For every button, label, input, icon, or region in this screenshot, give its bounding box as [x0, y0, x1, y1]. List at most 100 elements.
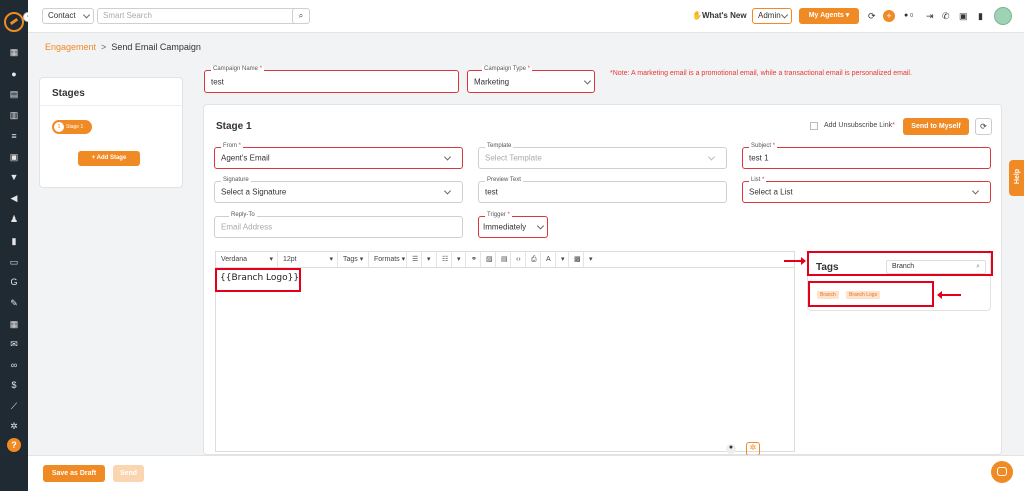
list-select[interactable]: List * Select a List: [742, 177, 991, 203]
campaign-type-select[interactable]: Campaign Type * Marketing: [467, 66, 595, 93]
battery-icon[interactable]: ▮: [978, 11, 983, 21]
trend-icon[interactable]: ⟋: [9, 401, 19, 411]
avatar[interactable]: [994, 7, 1012, 25]
module-select[interactable]: Contact: [42, 8, 94, 24]
code-icon[interactable]: ‹›: [511, 252, 526, 267]
link-icon[interactable]: ⚭: [466, 252, 481, 267]
chevron-down-icon: [583, 76, 592, 85]
annotation-highlight-tag-chips: [808, 281, 934, 307]
formats-menu[interactable]: Formats ▾: [369, 252, 407, 267]
handshake-icon[interactable]: ∞: [9, 360, 19, 370]
send-button[interactable]: Send: [113, 465, 144, 482]
font-size-value: 12pt: [283, 256, 297, 263]
font-family-select[interactable]: Verdana ▾: [216, 252, 278, 267]
dollar-icon[interactable]: $: [9, 380, 19, 390]
reply-to-field[interactable]: Reply-To Email Address: [214, 212, 463, 238]
chevron-down-icon: ▾: [269, 256, 273, 263]
image-icon[interactable]: ▨: [481, 252, 496, 267]
filter-icon[interactable]: ▼: [9, 172, 19, 182]
stage-number: 1: [54, 122, 64, 132]
left-sidebar: ▦ ● ▤ ▥ ≡ ▣ ▼ ◀ ♟ ▮ ▭ G ✎ ▦ ✉ ∞ $ ⟋ ✲ ?: [0, 0, 28, 491]
chevron-down-icon: [536, 222, 545, 230]
dashboard-icon[interactable]: ▦: [9, 47, 19, 57]
chevron-down-icon: ▾: [329, 256, 333, 263]
microphone-icon[interactable]: ●: [726, 444, 736, 454]
dropdown-icon[interactable]: ▾: [584, 252, 598, 267]
signature-select[interactable]: Signature Select a Signature: [214, 177, 463, 203]
campaign-type-value: Marketing: [474, 77, 510, 86]
font-size-select[interactable]: 12pt ▾: [278, 252, 338, 267]
megaphone-icon[interactable]: ◀: [9, 193, 19, 203]
send-to-myself-button[interactable]: Send to Myself: [903, 118, 969, 135]
user-count-icon[interactable]: ● 0: [904, 11, 913, 21]
template-select[interactable]: Template Select Template: [478, 143, 727, 169]
bullet-list-icon[interactable]: ☰: [407, 252, 422, 267]
trigger-select[interactable]: Trigger * Immediately: [478, 212, 548, 238]
thumbs-up-icon: ✋: [692, 11, 702, 20]
bank-icon[interactable]: ▥: [9, 110, 19, 120]
campaign-type-note: *Note: A marketing email is a promotiona…: [610, 70, 912, 77]
chat-icon[interactable]: [991, 461, 1013, 483]
ai-assistant-icon[interactable]: ✲: [746, 442, 760, 456]
role-select-value: Admin: [758, 11, 781, 20]
trigger-label: Trigger *: [485, 212, 512, 218]
documents-icon[interactable]: ▤: [9, 89, 19, 99]
footer-bar: Save as Draft Send: [28, 455, 1024, 491]
role-select[interactable]: Admin: [752, 8, 792, 24]
campaign-name-field[interactable]: Campaign Name * test: [204, 66, 459, 93]
users-icon[interactable]: ♟: [9, 214, 19, 224]
list-value: Select a List: [749, 187, 793, 197]
refresh-icon[interactable]: ⟳: [868, 11, 876, 21]
contacts-icon[interactable]: ●: [9, 69, 19, 79]
reply-to-label: Reply-To: [229, 212, 257, 218]
dropdown-icon[interactable]: ▾: [452, 252, 466, 267]
unsubscribe-checkbox[interactable]: [810, 122, 818, 130]
template-label: Template: [485, 143, 514, 149]
refresh-button[interactable]: ⟳: [975, 118, 992, 135]
numbered-list-icon[interactable]: ☷: [437, 252, 452, 267]
save-as-draft-button[interactable]: Save as Draft: [43, 465, 105, 482]
add-stage-button[interactable]: + Add Stage: [78, 151, 140, 166]
brand-logo-icon[interactable]: [4, 12, 24, 32]
stage-title: Stage 1: [216, 121, 252, 132]
subject-field[interactable]: Subject * test 1: [742, 143, 991, 169]
mail-icon[interactable]: ✉: [9, 339, 19, 349]
editor-body[interactable]: {{Branch Logo}} ● ✲: [215, 268, 795, 456]
dropdown-icon[interactable]: ▾: [556, 252, 569, 267]
bar-chart-icon[interactable]: ▮: [9, 236, 19, 246]
dropdown-icon[interactable]: ▾: [422, 252, 437, 267]
folder-icon[interactable]: ▭: [9, 257, 19, 267]
chevron-down-icon: [443, 187, 452, 195]
help-tab[interactable]: Help: [1009, 160, 1024, 196]
background-color-icon[interactable]: ▩: [569, 252, 584, 267]
edit-icon[interactable]: ✎: [9, 298, 19, 308]
settings-icon[interactable]: ✲: [9, 421, 19, 431]
template-placeholder: Select Template: [485, 153, 542, 163]
help-circle-icon[interactable]: ?: [7, 438, 21, 452]
chevron-down-icon: [443, 153, 452, 161]
calendar-icon[interactable]: ▦: [9, 319, 19, 329]
my-agents-button[interactable]: My Agents ▾: [799, 8, 859, 24]
list-icon[interactable]: ≡: [9, 131, 19, 141]
from-label: From *: [221, 143, 244, 149]
breadcrumb-engagement-link[interactable]: Engagement: [45, 42, 96, 52]
preview-text-field[interactable]: Preview Text test: [478, 177, 727, 203]
tags-menu[interactable]: Tags ▾: [338, 252, 369, 267]
google-icon[interactable]: G: [9, 277, 19, 287]
search-button[interactable]: ⌕: [292, 8, 310, 24]
chip-icon[interactable]: ▣: [959, 11, 968, 21]
text-color-icon[interactable]: A: [541, 252, 556, 267]
media-icon[interactable]: ▤: [496, 252, 511, 267]
whats-new-link[interactable]: ✋What's New: [692, 11, 747, 20]
smart-search-input[interactable]: Smart Search: [97, 8, 309, 24]
chevron-down-icon: [971, 187, 980, 195]
logout-icon[interactable]: ⇥: [926, 11, 934, 21]
phone-icon[interactable]: ✆: [942, 11, 950, 21]
breadcrumb: Engagement > Send Email Campaign: [45, 42, 201, 52]
print-icon[interactable]: ⎙: [526, 252, 541, 267]
image-icon[interactable]: ▣: [9, 152, 19, 162]
add-icon[interactable]: +: [883, 10, 895, 22]
reply-to-placeholder: Email Address: [221, 222, 273, 232]
from-select[interactable]: From * Agent's Email: [214, 143, 463, 169]
stage-1-pill[interactable]: 1 Stage 1: [52, 120, 92, 134]
